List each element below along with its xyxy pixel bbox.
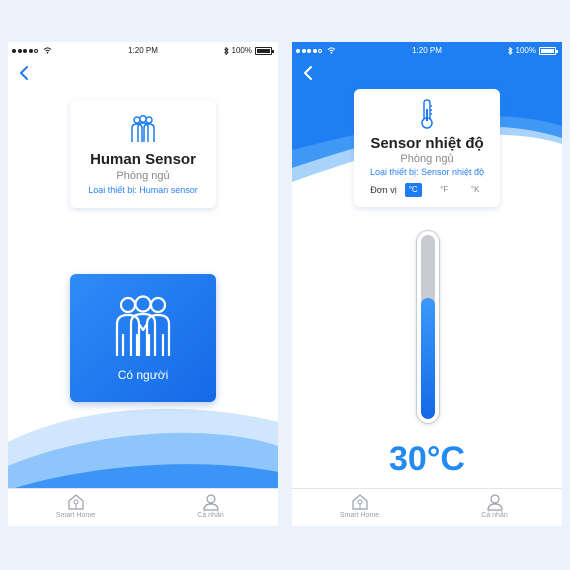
unit-option-kelvin[interactable]: °K xyxy=(467,183,484,197)
temperature-sensor-screen: 1:20 PM 100% Sensor nhiệt độ Phòng ngủ L… xyxy=(292,42,562,526)
device-title: Sensor nhiệt độ xyxy=(370,135,484,152)
device-room: Phòng ngủ xyxy=(116,170,170,182)
thermometer-icon xyxy=(421,99,433,129)
device-type: Loại thiết bị: Sensor nhiệt độ xyxy=(369,167,485,177)
home-icon xyxy=(67,494,84,510)
tab-label: Smart Home xyxy=(55,512,96,519)
temperature-value: 30°C xyxy=(389,440,465,478)
status-bar: 1:20 PM 100% xyxy=(8,42,278,60)
home-icon xyxy=(351,494,368,510)
tab-profile[interactable]: Cá nhân xyxy=(143,489,278,526)
back-button[interactable] xyxy=(300,64,318,82)
human-sensor-screen: 1:20 PM 100% Human Sensor Phòng ngủ Loại… xyxy=(8,42,278,526)
unit-option-celsius[interactable]: °C xyxy=(404,183,422,197)
battery-percent: 100% xyxy=(231,46,252,55)
unit-selector: Đơn vị °C °F °K xyxy=(354,183,500,197)
unit-option-fahrenheit[interactable]: °F xyxy=(436,183,453,197)
user-icon xyxy=(202,494,219,511)
battery-icon xyxy=(539,46,558,55)
user-icon xyxy=(486,494,503,511)
thermometer-track xyxy=(421,235,435,419)
tab-label: Smart Home xyxy=(339,512,380,519)
tab-label: Cá nhân xyxy=(197,512,224,519)
tab-bar: Smart Home Cá nhân xyxy=(292,488,562,526)
people-icon xyxy=(131,115,155,142)
device-room: Phòng ngủ xyxy=(400,153,454,165)
tab-smart-home[interactable]: Smart Home xyxy=(8,489,143,526)
bluetooth-icon xyxy=(223,46,229,55)
tab-bar: Smart Home Cá nhân xyxy=(8,488,278,526)
device-info-card: Sensor nhiệt độ Phòng ngủ Loại thiết bị:… xyxy=(354,89,500,207)
tab-profile[interactable]: Cá nhân xyxy=(427,489,562,526)
device-title: Human Sensor xyxy=(90,151,196,168)
battery-percent: 100% xyxy=(515,46,536,55)
bluetooth-icon xyxy=(507,46,513,55)
back-button[interactable] xyxy=(16,64,34,82)
device-info-card: Human Sensor Phòng ngủ Loại thiết bị: Hu… xyxy=(70,100,216,208)
battery-icon xyxy=(255,46,274,55)
thermometer-gauge xyxy=(416,230,440,424)
status-bar: 1:20 PM 100% xyxy=(292,42,562,60)
device-type: Loại thiết bị: Human sensor xyxy=(88,185,198,195)
presence-status-tile[interactable]: Có người xyxy=(70,274,216,402)
presence-label: Có người xyxy=(117,368,169,382)
people-icon xyxy=(115,295,171,356)
thermometer-fill xyxy=(421,297,435,419)
unit-label: Đơn vị xyxy=(370,185,397,195)
tab-smart-home[interactable]: Smart Home xyxy=(292,489,427,526)
tab-label: Cá nhân xyxy=(481,512,508,519)
